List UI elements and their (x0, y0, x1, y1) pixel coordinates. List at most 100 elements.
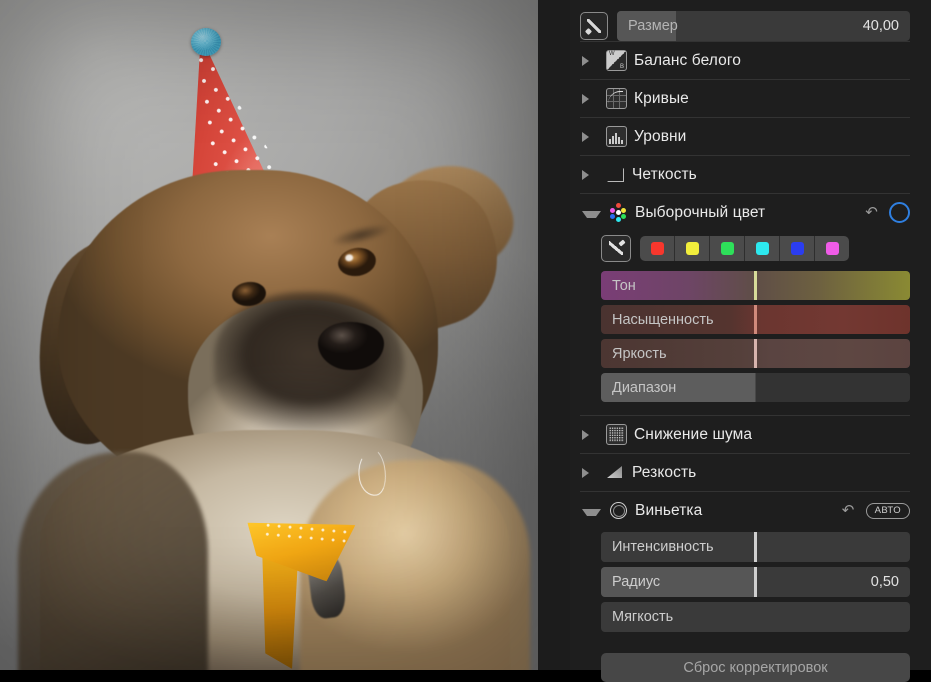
section-levels-label: Уровни (634, 127, 687, 145)
section-white-balance-header[interactable]: WB Баланс белого (580, 42, 910, 79)
color-swatch-magenta[interactable] (815, 236, 849, 261)
slider-value: 0,50 (870, 574, 899, 590)
selective-color-dot (610, 207, 615, 213)
viewer-panel-gutter (538, 0, 570, 670)
selective-color-dot (621, 214, 626, 219)
photo-editor-window: Размер 40,00 WB Баланс белого Кривые Уро… (0, 0, 931, 682)
section-levels-header[interactable]: Уровни (580, 118, 910, 155)
section-clarity-header[interactable]: Четкость (580, 156, 910, 193)
levels-icon (606, 126, 627, 147)
selective-color-body: Тон Насыщенность Яркость Диапазон (580, 231, 910, 415)
vignette-slider-intensity-wrap: Интенсивность (601, 532, 910, 562)
color-swatch-cyan[interactable] (745, 236, 780, 261)
disclosure-triangle-icon[interactable] (582, 93, 598, 104)
section-curves-header[interactable]: Кривые (580, 80, 910, 117)
selective-color-slider-saturation[interactable]: Насыщенность (601, 305, 910, 334)
selective-color-slider-range[interactable]: Диапазон (601, 373, 910, 402)
disclosure-triangle-open-icon[interactable] (582, 210, 601, 218)
slider-label: Радиус (612, 574, 661, 590)
party-hat-pompom (191, 28, 221, 56)
selective-color-dot (621, 207, 626, 213)
brush-size-label: Размер (628, 18, 678, 34)
section-clarity[interactable]: Четкость (580, 155, 910, 193)
reset-adjustments-button[interactable]: Сброс корректировок (601, 653, 910, 682)
selective-color-swatch-row (601, 235, 910, 262)
section-noise-reduction-label: Снижение шума (634, 425, 753, 443)
brush-icon[interactable] (580, 12, 608, 40)
slider-label: Диапазон (612, 379, 677, 396)
selective-color-slider-brightness[interactable]: Яркость (601, 339, 910, 368)
selective-color-dot (615, 203, 621, 208)
section-vignette: Виньетка ↶ АВТО Интенсивность Радиус 0,50 М… (580, 491, 910, 632)
section-white-balance[interactable]: WB Баланс белого (580, 41, 910, 79)
selective-color-slider-hue[interactable]: Тон (601, 271, 910, 300)
noise-reduction-icon (606, 424, 627, 445)
disclosure-triangle-icon[interactable] (582, 55, 598, 66)
color-swatch-blue[interactable] (780, 236, 815, 261)
section-sharpness-header[interactable]: Резкость (580, 454, 910, 491)
slider-handle[interactable] (754, 305, 757, 334)
selective-color-icon (609, 203, 628, 222)
section-curves-label: Кривые (634, 89, 689, 107)
section-selective-color-header[interactable]: Выборочный цвет ↶ (580, 194, 910, 231)
slider-handle[interactable] (754, 532, 757, 562)
slider-handle[interactable] (754, 339, 757, 368)
disclosure-triangle-icon[interactable] (582, 131, 598, 142)
color-swatch-red[interactable] (640, 236, 675, 261)
section-noise-reduction-header[interactable]: Снижение шума (580, 416, 910, 453)
section-sharpness-label: Резкость (632, 463, 697, 481)
section-vignette-header[interactable]: Виньетка ↶ АВТО (580, 492, 910, 529)
section-curves[interactable]: Кривые (580, 79, 910, 117)
selective-color-tools: ↶ (864, 202, 910, 223)
slider-label: Мягкость (612, 609, 674, 625)
disclosure-triangle-open-icon[interactable] (582, 508, 601, 516)
vignette-slider-intensity[interactable]: Интенсивность (601, 532, 910, 562)
selective-color-dot (615, 217, 621, 222)
color-swatch-group[interactable] (640, 236, 849, 261)
enabled-circle-icon[interactable] (889, 202, 910, 223)
section-clarity-label: Четкость (632, 165, 697, 183)
selective-color-sliders: Тон Насыщенность Яркость Диапазон (580, 271, 910, 402)
auto-button[interactable]: АВТО (865, 502, 910, 519)
image-viewer[interactable] (0, 0, 538, 670)
color-swatch-chip (685, 242, 699, 255)
vignette-slider-softness[interactable]: Мягкость (601, 602, 910, 632)
undo-arrow-icon[interactable]: ↶ (864, 205, 879, 220)
section-selective-color-label: Выборочный цвет (635, 203, 766, 221)
selective-color-dot (610, 214, 615, 219)
vignette-slider-softness-wrap: Мягкость (601, 602, 910, 632)
disclosure-triangle-icon[interactable] (582, 169, 598, 180)
vignette-tools: ↶ АВТО (841, 502, 910, 519)
color-swatch-chip (825, 242, 839, 255)
slider-label: Насыщенность (612, 311, 714, 328)
color-swatch-chip (790, 242, 804, 255)
section-sharpness[interactable]: Резкость (580, 453, 910, 491)
slider-label: Яркость (612, 345, 667, 362)
section-white-balance-label: Баланс белого (634, 51, 741, 69)
vignette-slider-radius-wrap: Радиус 0,50 (601, 567, 910, 597)
slider-label: Тон (612, 277, 636, 294)
color-swatch-green[interactable] (710, 236, 745, 261)
section-levels[interactable]: Уровни (580, 117, 910, 155)
brush-size-value: 40,00 (862, 18, 899, 34)
color-swatch-chip (650, 242, 664, 255)
color-swatch-chip (720, 242, 734, 255)
slider-handle[interactable] (754, 271, 757, 300)
vignette-slider-radius[interactable]: Радиус 0,50 (601, 567, 910, 597)
vignette-icon (609, 501, 628, 520)
curves-icon (606, 88, 627, 109)
disclosure-triangle-icon[interactable] (582, 429, 598, 440)
color-swatch-yellow[interactable] (675, 236, 710, 261)
sharpness-icon (606, 463, 625, 482)
section-vignette-label: Виньетка (635, 501, 703, 519)
dog-face-mask (214, 292, 404, 442)
disclosure-triangle-icon[interactable] (582, 467, 598, 478)
slider-handle[interactable] (754, 567, 757, 597)
section-noise-reduction[interactable]: Снижение шума (580, 415, 910, 453)
vignette-sliders: Интенсивность Радиус 0,50 Мягкость (580, 529, 910, 632)
undo-arrow-icon[interactable]: ↶ (841, 503, 856, 518)
eyedropper-icon[interactable] (601, 235, 631, 262)
brush-size-toolbar: Размер 40,00 (580, 0, 910, 41)
brush-size-slider[interactable]: Размер 40,00 (617, 11, 910, 41)
dog-photo (0, 0, 538, 670)
